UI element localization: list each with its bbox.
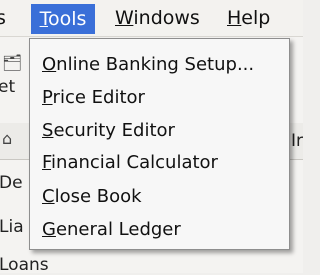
menu-bar: s Tools Windows Help <box>0 0 303 37</box>
menu-item-price-editor[interactable]: Price Editor <box>42 82 145 114</box>
menu-windows-mnemonic: W <box>115 7 134 29</box>
menu-item-mnemonic: O <box>42 54 57 75</box>
menu-tools-mnemonic: T <box>39 8 48 30</box>
menu-item-label: inancial Calculator <box>51 152 218 173</box>
menu-item-label: rice Editor <box>52 87 145 108</box>
menu-item-label: ecurity Editor <box>53 120 175 141</box>
menu-item-clipped[interactable]: s <box>0 0 6 36</box>
menu-windows[interactable]: Windows <box>115 0 200 36</box>
menu-item-close-book[interactable]: Close Book <box>42 181 142 213</box>
menu-item-mnemonic: P <box>42 87 53 108</box>
menu-item-online-banking-setup[interactable]: Online Banking Setup... <box>42 49 254 81</box>
menu-item-financial-calculator[interactable]: Financial Calculator <box>42 147 218 179</box>
menu-item-mnemonic: S <box>42 120 54 141</box>
menu-help-mnemonic: H <box>227 7 242 29</box>
menu-item-clipped-label: s <box>0 7 6 29</box>
menu-item-mnemonic: C <box>42 186 55 207</box>
tools-dropdown-menu: Online Banking Setup... Price Editor Sec… <box>29 38 290 250</box>
menu-item-label: eneral Ledger <box>55 219 181 240</box>
menu-item-label: nline Banking Setup... <box>56 54 255 75</box>
bg-fragment-loans[interactable]: Loans <box>0 255 49 275</box>
home-icon: ⌂ <box>2 129 13 148</box>
bg-fragment-lia: Lia <box>0 217 24 237</box>
menu-item-mnemonic: G <box>42 219 56 240</box>
menu-item-general-ledger[interactable]: General Ledger <box>42 214 181 246</box>
bg-fragment-et: et <box>0 77 16 97</box>
menu-item-security-editor[interactable]: Security Editor <box>42 115 175 147</box>
menu-help-label: elp <box>241 7 271 29</box>
menu-help[interactable]: Help <box>227 0 270 36</box>
menu-tools-label: ools <box>47 8 87 30</box>
menu-item-label: lose Book <box>54 186 142 207</box>
menu-windows-label: indows <box>133 7 200 29</box>
bg-fragment-ir: Ir <box>291 131 304 151</box>
menu-tools[interactable]: Tools <box>31 4 95 34</box>
menu-item-mnemonic: F <box>42 152 52 173</box>
folder-icon: 🗂 <box>2 53 23 72</box>
bg-fragment-de: De <box>0 173 23 193</box>
